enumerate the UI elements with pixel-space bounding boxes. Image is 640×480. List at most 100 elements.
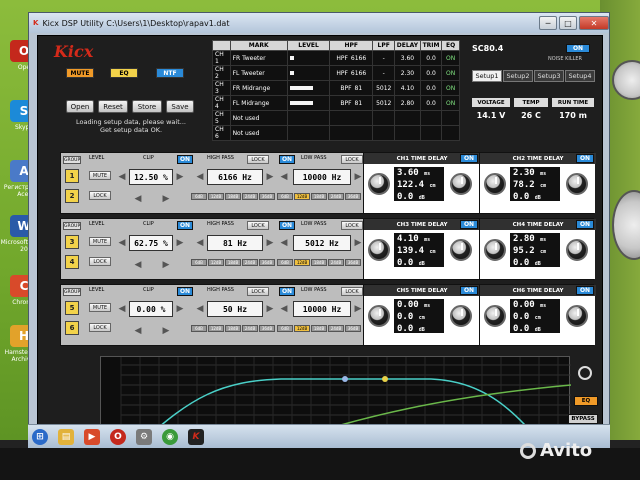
tab-setup2[interactable]: Setup2	[503, 70, 533, 82]
eq-toggle-button[interactable]: EQ	[574, 396, 598, 406]
time-delay-on-button[interactable]: ON	[460, 154, 478, 163]
mute-button[interactable]: MUTE	[66, 68, 94, 78]
table-row[interactable]: CH 6 Not used	[212, 125, 460, 141]
level-on-button[interactable]: ON	[177, 221, 193, 230]
level-down-icon[interactable]: ◀	[117, 171, 127, 183]
close-button[interactable]: ✕	[579, 16, 609, 30]
hp-frequency-value[interactable]: 6166 Hz	[207, 169, 263, 185]
group-channel-a-button[interactable]: 5	[65, 301, 79, 315]
delay-knob-icon[interactable]	[368, 305, 390, 327]
trim-knob-icon[interactable]	[566, 239, 588, 261]
lp-up-icon[interactable]: ▶	[353, 237, 363, 249]
level-on-button[interactable]: ON	[177, 155, 193, 164]
delay-knob-icon[interactable]	[484, 305, 506, 327]
slope-option[interactable]: 6dB	[277, 193, 293, 200]
trim-knob-icon[interactable]	[566, 305, 588, 327]
slope-option[interactable]: 24dB	[242, 259, 258, 266]
chrome-icon[interactable]: ◉	[162, 428, 178, 445]
hp-frequency-value[interactable]: 50 Hz	[207, 301, 263, 317]
trim-knob-icon[interactable]	[450, 305, 472, 327]
maximize-button[interactable]: □	[559, 16, 577, 30]
slope-option[interactable]: 6dB	[277, 325, 293, 332]
save-button[interactable]: Save	[166, 100, 194, 113]
slope-option[interactable]: 12dB	[208, 325, 224, 332]
delay-knob-icon[interactable]	[484, 239, 506, 261]
level-on-button[interactable]: ON	[177, 287, 193, 296]
lp-lock-button[interactable]: LOCK	[341, 287, 363, 296]
lp-down-icon[interactable]: ◀	[279, 303, 289, 315]
slope-option[interactable]: 24dB	[242, 325, 258, 332]
trim-knob-icon[interactable]	[450, 173, 472, 195]
hp-up-icon[interactable]: ▶	[265, 237, 275, 249]
slope-option[interactable]: 18dB	[311, 325, 327, 332]
mute-button[interactable]: MUTE	[89, 237, 111, 246]
group-channel-a-button[interactable]: 3	[65, 235, 79, 249]
slope-option[interactable]: 18dB	[225, 193, 241, 200]
lp-slope-selector[interactable]: 6dB 12dB 18dB 24dB 36dB	[277, 193, 361, 200]
lock-button[interactable]: LOCK	[89, 191, 111, 200]
hp-up-icon[interactable]: ▶	[265, 303, 275, 315]
media-icon[interactable]: ▶	[84, 428, 100, 445]
lp-lock-button[interactable]: LOCK	[341, 155, 363, 164]
slope-option[interactable]: 6dB	[191, 325, 207, 332]
slope-option[interactable]: 36dB	[345, 193, 361, 200]
time-delay-on-button[interactable]: ON	[576, 220, 594, 229]
level-up-icon[interactable]: ▶	[175, 303, 185, 315]
level-value[interactable]: 0.00 %	[129, 301, 173, 317]
time-delay-on-button[interactable]: ON	[460, 286, 478, 295]
lock-button[interactable]: LOCK	[89, 257, 111, 266]
hp-slope-selector[interactable]: 6dB 12dB 18dB 24dB 36dB	[191, 193, 275, 200]
level-up-icon[interactable]: ▶	[161, 325, 171, 337]
hp-slope-selector[interactable]: 6dB 12dB 18dB 24dB 36dB	[191, 259, 275, 266]
group-channel-b-button[interactable]: 4	[65, 255, 79, 269]
power-on-button[interactable]: ON	[566, 44, 590, 53]
start-orb-icon[interactable]: ⊞	[32, 428, 48, 445]
store-button[interactable]: Store	[132, 100, 162, 113]
table-row[interactable]: CH 5 Not used	[212, 110, 460, 126]
level-down-icon[interactable]: ◀	[117, 303, 127, 315]
hp-slope-selector[interactable]: 6dB 12dB 18dB 24dB 36dB	[191, 325, 275, 332]
slope-option[interactable]: 24dB	[242, 193, 258, 200]
group-channel-b-button[interactable]: 6	[65, 321, 79, 335]
hp-lock-button[interactable]: LOCK	[247, 287, 269, 296]
hp-up-icon[interactable]: ▶	[265, 171, 275, 183]
minimize-button[interactable]: ─	[539, 16, 557, 30]
lp-on-button[interactable]: ON	[279, 155, 295, 164]
lp-up-icon[interactable]: ▶	[353, 303, 363, 315]
lp-up-icon[interactable]: ▶	[353, 171, 363, 183]
slope-option[interactable]: 24dB	[328, 325, 344, 332]
reset-button[interactable]: Reset	[98, 100, 128, 113]
bypass-button[interactable]: BYPASS	[568, 414, 598, 424]
level-value[interactable]: 62.75 %	[129, 235, 173, 251]
lp-on-button[interactable]: ON	[279, 221, 295, 230]
opera-icon[interactable]: O	[110, 428, 126, 445]
slope-option[interactable]: 36dB	[345, 259, 361, 266]
delay-knob-icon[interactable]	[484, 173, 506, 195]
lp-slope-selector[interactable]: 6dB 12dB 18dB 24dB 36dB	[277, 325, 361, 332]
level-up-icon[interactable]: ▶	[161, 259, 171, 271]
slope-option[interactable]: 6dB	[191, 193, 207, 200]
lp-lock-button[interactable]: LOCK	[341, 221, 363, 230]
slope-option[interactable]: 36dB	[259, 193, 275, 200]
eq-button[interactable]: EQ	[110, 68, 138, 78]
lp-down-icon[interactable]: ◀	[279, 237, 289, 249]
lp-frequency-value[interactable]: 5012 Hz	[293, 235, 351, 251]
slope-option[interactable]: 12dB	[208, 193, 224, 200]
level-down-icon[interactable]: ◀	[133, 193, 143, 205]
kicx-icon[interactable]: K	[188, 428, 204, 445]
mute-button[interactable]: MUTE	[89, 303, 111, 312]
slope-option[interactable]: 12dB	[294, 325, 310, 332]
slope-option[interactable]: 24dB	[328, 259, 344, 266]
slope-option[interactable]: 36dB	[259, 325, 275, 332]
hp-down-icon[interactable]: ◀	[195, 171, 205, 183]
table-row[interactable]: CH 1 FR Tweeter HPF 6166-3.60 0.0 ON	[212, 50, 460, 66]
time-delay-on-button[interactable]: ON	[576, 154, 594, 163]
level-up-icon[interactable]: ▶	[161, 193, 171, 205]
explorer-icon[interactable]: ▤	[58, 428, 74, 445]
slope-option[interactable]: 12dB	[294, 193, 310, 200]
slope-option[interactable]: 6dB	[191, 259, 207, 266]
slope-option[interactable]: 18dB	[311, 193, 327, 200]
tab-setup4[interactable]: Setup4	[565, 70, 595, 82]
group-channel-a-button[interactable]: 1	[65, 169, 79, 183]
table-row[interactable]: CH 3 FR Midrange BPF 81 5012 4.10 0.0 ON	[212, 80, 460, 96]
